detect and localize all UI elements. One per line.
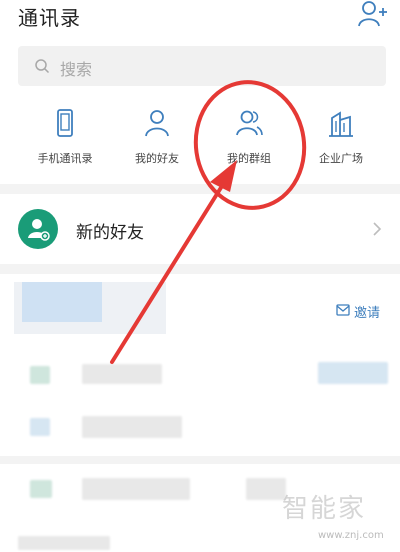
watermark-url: www.znj.com [318,530,384,541]
quick-actions: 手机通讯录 我的好友 我的群组 企业广场 [0,108,400,174]
list-item-name-blurred [82,364,162,384]
section-divider [0,456,400,464]
quick-label: 我的好友 [135,152,179,165]
quick-item-my-groups[interactable]: 我的群组 [204,108,294,174]
quick-label: 企业广场 [319,152,363,165]
search-placeholder: 搜索 [60,60,93,79]
quick-label: 手机通讯录 [37,152,93,165]
new-friends-label: 新的好友 [76,223,144,243]
chevron-right-icon [373,222,382,236]
new-friends-row[interactable]: 新的好友 [0,194,400,264]
group-name-blurred [22,282,102,322]
new-friends-avatar [18,209,58,249]
section-divider [0,264,400,274]
avatar [30,366,50,384]
add-contact-icon[interactable] [358,0,388,28]
list-item-name-blurred [82,416,182,438]
quick-label: 我的群组 [227,152,271,165]
list-item-name-blurred [18,536,110,550]
quick-item-phone-contacts[interactable]: 手机通讯录 [20,108,110,174]
quick-item-my-friends[interactable]: 我的好友 [112,108,202,174]
search-icon [35,59,50,74]
person-icon [145,110,169,137]
watermark-text: 智能家 [282,494,367,524]
quick-item-enterprise-plaza[interactable]: 企业广场 [296,108,386,174]
list-item-tag-blurred [318,362,388,384]
list-item-tag-blurred [246,478,286,500]
page-title: 通讯录 [18,6,81,30]
group-header-blurred [14,282,166,334]
phone-icon [57,109,73,137]
section-divider [0,184,400,194]
search-input[interactable]: 搜索 [18,46,386,86]
building-icon [329,111,353,137]
group-icon [236,110,263,136]
avatar [30,480,52,498]
add-person-icon [28,219,50,241]
invite-label: 邀请 [354,306,381,321]
mail-icon [336,304,350,316]
header: 通讯录 [0,0,400,40]
list-item-name-blurred [82,478,190,500]
avatar [30,418,50,436]
